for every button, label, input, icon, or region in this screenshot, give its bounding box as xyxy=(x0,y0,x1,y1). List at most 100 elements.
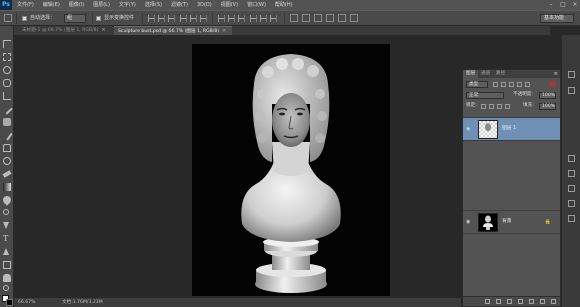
close-icon[interactable]: × xyxy=(222,28,226,34)
layer-style-icon[interactable] xyxy=(496,299,501,304)
close-button[interactable]: × xyxy=(572,2,578,8)
distribute-vcenter-icon[interactable] xyxy=(228,15,235,22)
zoom-level[interactable]: 66.67% xyxy=(18,298,36,307)
align-top-icon[interactable] xyxy=(148,15,155,22)
menu-window[interactable]: 窗口(W) xyxy=(242,0,270,10)
align-vcenter-icon[interactable] xyxy=(158,15,165,22)
layer-filter-dropdown[interactable]: 类型 xyxy=(466,81,488,88)
properties-panel-icon[interactable] xyxy=(568,87,575,94)
paragraph-panel-icon[interactable] xyxy=(568,215,575,222)
layer-row-background[interactable]: ◉ 背景 🔒 xyxy=(463,210,560,234)
tab-layers[interactable]: 图层 xyxy=(463,70,479,78)
dodge-tool-icon[interactable] xyxy=(3,209,11,217)
menu-3d[interactable]: 3D(D) xyxy=(192,0,216,10)
quick-select-tool-icon[interactable] xyxy=(3,79,11,87)
canvas-area[interactable] xyxy=(14,35,461,307)
distribute-top-icon[interactable] xyxy=(218,15,225,22)
lock-transparent-icon[interactable] xyxy=(481,104,486,109)
menu-type[interactable]: 文字(Y) xyxy=(114,0,140,10)
healing-brush-tool-icon[interactable] xyxy=(3,118,11,126)
3d-roll-icon[interactable] xyxy=(314,14,322,22)
new-layer-icon[interactable] xyxy=(540,299,545,304)
new-group-icon[interactable] xyxy=(529,299,534,304)
filter-pixel-icon[interactable] xyxy=(493,82,498,87)
move-tool-icon[interactable] xyxy=(4,14,12,22)
clone-stamp-tool-icon[interactable] xyxy=(3,144,11,152)
tab-sculpture-bust[interactable]: Sculpture bust.psd @ 66.7% (图层 1, RGB/8)… xyxy=(114,26,232,35)
brush-tool-icon[interactable] xyxy=(1,129,13,141)
3d-scale-icon[interactable] xyxy=(350,14,358,22)
background-color-swatch[interactable] xyxy=(6,299,13,306)
distribute-right-icon[interactable] xyxy=(270,15,277,22)
swatches-panel-icon[interactable] xyxy=(568,155,575,162)
blur-tool-icon[interactable] xyxy=(1,194,13,206)
workspace-switcher[interactable]: 基本功能 xyxy=(540,14,574,23)
tab-untitled[interactable]: 未标题-1 @ 66.7% (图层 1, RGB/8) × xyxy=(18,26,114,35)
distribute-bottom-icon[interactable] xyxy=(238,15,245,22)
pen-tool-icon[interactable] xyxy=(3,222,11,230)
type-tool-icon[interactable]: T xyxy=(3,235,11,243)
menu-file[interactable]: 文件(F) xyxy=(12,0,38,10)
filter-adjustment-icon[interactable] xyxy=(501,82,506,87)
menu-image[interactable]: 图像(I) xyxy=(64,0,88,10)
filter-type-icon[interactable] xyxy=(509,82,514,87)
history-panel-icon[interactable] xyxy=(568,71,575,78)
path-selection-tool-icon[interactable] xyxy=(3,248,11,256)
crop-tool-icon[interactable] xyxy=(3,92,11,100)
tab-channels[interactable]: 通道 xyxy=(478,70,493,78)
close-icon[interactable]: × xyxy=(101,27,105,33)
show-transform-checkbox[interactable] xyxy=(96,16,101,21)
lasso-tool-icon[interactable] xyxy=(3,66,11,74)
layer-name[interactable]: 背景 xyxy=(502,219,512,225)
menu-layer[interactable]: 图层(L) xyxy=(88,0,114,10)
visibility-eye-icon[interactable]: ◉ xyxy=(466,220,472,225)
blend-mode-dropdown[interactable]: 正常 xyxy=(466,92,504,99)
adjustments-panel-icon[interactable] xyxy=(568,170,575,177)
auto-select-dropdown[interactable]: 组 xyxy=(64,14,86,23)
hand-tool-icon[interactable] xyxy=(3,274,11,282)
menu-filter[interactable]: 滤镜(T) xyxy=(166,0,192,10)
move-tool-icon[interactable] xyxy=(3,40,11,48)
3d-pan-icon[interactable] xyxy=(326,14,334,22)
zoom-tool-icon[interactable] xyxy=(3,285,11,293)
link-layers-icon[interactable] xyxy=(485,299,490,304)
filter-toggle[interactable] xyxy=(549,82,556,86)
eyedropper-tool-icon[interactable] xyxy=(1,103,13,115)
filter-shape-icon[interactable] xyxy=(517,82,522,87)
document-canvas[interactable] xyxy=(192,44,390,296)
visibility-eye-icon[interactable]: ◉ xyxy=(466,127,472,132)
3d-slide-icon[interactable] xyxy=(338,14,346,22)
lock-image-icon[interactable] xyxy=(489,104,494,109)
lock-position-icon[interactable] xyxy=(497,104,502,109)
adjustment-layer-icon[interactable] xyxy=(518,299,523,304)
panel-menu-icon[interactable]: ≡ xyxy=(554,71,558,77)
document-size[interactable]: 文档:1.76M/3.23M xyxy=(62,298,103,307)
filter-smart-object-icon[interactable] xyxy=(525,82,530,87)
align-hcenter-icon[interactable] xyxy=(190,15,197,22)
fill-input[interactable]: 100% xyxy=(539,103,556,110)
layer-row-layer-1[interactable]: ◉ 图层 1 xyxy=(463,117,560,141)
auto-select-checkbox[interactable] xyxy=(22,16,27,21)
lock-all-icon[interactable] xyxy=(505,104,510,109)
menu-edit[interactable]: 编辑(E) xyxy=(38,0,64,10)
menu-help[interactable]: 帮助(H) xyxy=(270,0,297,10)
minimize-button[interactable]: – xyxy=(548,2,554,8)
align-bottom-icon[interactable] xyxy=(168,15,175,22)
add-mask-icon[interactable] xyxy=(507,299,512,304)
gradient-tool-icon[interactable] xyxy=(3,183,11,191)
menu-view[interactable]: 视图(V) xyxy=(216,0,242,10)
menu-select[interactable]: 选择(S) xyxy=(140,0,166,10)
3d-mode-icon[interactable] xyxy=(290,14,298,22)
opacity-input[interactable]: 100% xyxy=(539,92,556,99)
layer-name[interactable]: 图层 1 xyxy=(502,126,516,132)
align-right-icon[interactable] xyxy=(200,15,207,22)
marquee-tool-icon[interactable] xyxy=(3,53,11,61)
align-left-icon[interactable] xyxy=(180,15,187,22)
tab-paths[interactable]: 路径 xyxy=(493,70,508,78)
maximize-button[interactable]: □ xyxy=(560,2,566,8)
character-panel-icon[interactable] xyxy=(568,200,575,207)
shape-tool-icon[interactable] xyxy=(3,261,11,269)
styles-panel-icon[interactable] xyxy=(568,185,575,192)
history-brush-tool-icon[interactable] xyxy=(3,157,11,165)
distribute-left-icon[interactable] xyxy=(250,15,257,22)
